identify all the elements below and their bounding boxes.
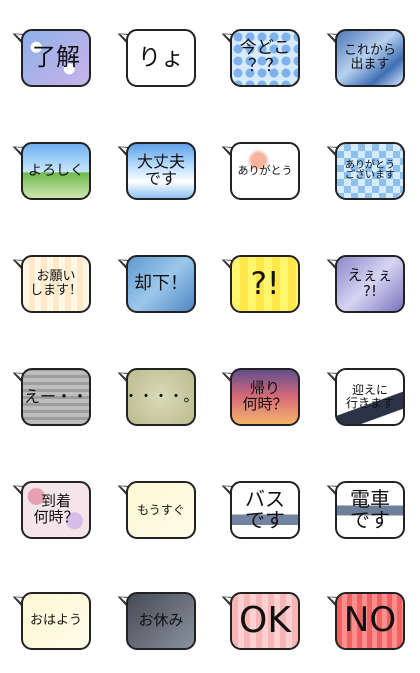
speech-bubble: よろしく (21, 142, 91, 200)
speech-bubble: 大丈夫 です (126, 142, 196, 200)
speech-bubble: お願い します！ (21, 255, 91, 313)
sticker-label: えぇぇ ?! (347, 266, 393, 300)
sticker-label: ありがとう (237, 164, 293, 178)
sticker-item[interactable]: ・・・・。 (115, 367, 196, 426)
speech-bubble: 迎えに 行きます (335, 368, 405, 426)
speech-bubble: 今どこ ？？ (230, 29, 300, 87)
sticker-item[interactable]: NO (324, 591, 405, 650)
sticker-label: えー・・ (23, 386, 88, 406)
sticker-label: バス です (245, 487, 285, 532)
speech-bubble: お休み (126, 592, 196, 650)
sticker-item[interactable]: お休み (115, 591, 196, 650)
sticker-item[interactable]: えー・・ (10, 367, 91, 426)
sticker-item[interactable]: 電車 です (324, 480, 405, 539)
sticker-label: もうすぐ (137, 502, 185, 517)
sticker-label: NO (343, 600, 397, 641)
sticker-label: ありがとう ございます (345, 159, 395, 181)
sticker-label: 帰り 何時？ (242, 379, 288, 413)
sticker-item[interactable]: 却下！ (115, 254, 196, 313)
sticker-item[interactable]: ?! (219, 254, 300, 313)
speech-bubble: ・・・・。 (126, 368, 196, 426)
sticker-item[interactable]: 大丈夫 です (115, 141, 196, 200)
sticker-item[interactable]: おはよう (10, 591, 91, 650)
sticker-item[interactable]: 帰り 何時？ (219, 367, 300, 426)
speech-bubble: ありがとう (230, 142, 300, 200)
sticker-grid: 了解 りょ 今どこ ？？ これから 出ます よろしく 大丈夫 です ありがとう … (0, 0, 420, 673)
sticker-label: これから 出ます (343, 43, 396, 72)
speech-bubble: バス です (230, 481, 300, 539)
speech-bubble: 電車 です (335, 481, 405, 539)
sticker-label: よろしく (28, 162, 84, 179)
sticker-item[interactable]: ありがとう (219, 141, 300, 200)
sticker-label: ・・・・。 (126, 387, 196, 406)
speech-bubble: えぇぇ ?! (335, 255, 405, 313)
sticker-item[interactable]: 了解 (10, 28, 91, 87)
speech-bubble: ありがとう ございます (335, 142, 405, 200)
speech-bubble: OK (230, 592, 300, 650)
sticker-item[interactable]: これから 出ます (324, 28, 405, 87)
sticker-label: 了解 (32, 43, 80, 72)
sticker-label: お休み (138, 611, 184, 630)
sticker-label: おはよう (29, 613, 82, 629)
speech-bubble: りょ (126, 29, 196, 87)
sticker-label: 今どこ ？？ (239, 38, 291, 76)
sticker-label: りょ (138, 44, 184, 71)
speech-bubble: 了解 (21, 29, 91, 87)
sticker-item[interactable]: よろしく (10, 141, 91, 200)
sticker-item[interactable]: 今どこ ？？ (219, 28, 300, 87)
speech-bubble: 到着 何時？ (21, 481, 91, 539)
sticker-label: 電車 です (350, 487, 390, 532)
sticker-label: 到着 何時？ (33, 492, 79, 526)
speech-bubble: もうすぐ (126, 481, 196, 539)
sticker-item[interactable]: 迎えに 行きます (324, 367, 405, 426)
sticker-label: 迎えに 行きます (345, 383, 394, 410)
sticker-item[interactable]: 到着 何時？ (10, 480, 91, 539)
speech-bubble: えー・・ (21, 368, 91, 426)
speech-bubble: NO (335, 592, 405, 650)
sticker-label: ?! (250, 265, 280, 302)
speech-bubble: 却下！ (126, 255, 196, 313)
sticker-item[interactable]: えぇぇ ?! (324, 254, 405, 313)
sticker-item[interactable]: もうすぐ (115, 480, 196, 539)
sticker-label: OK (239, 600, 291, 642)
sticker-item[interactable]: バス です (219, 480, 300, 539)
sticker-item[interactable]: お願い します！ (10, 254, 91, 313)
speech-bubble: おはよう (21, 592, 91, 650)
speech-bubble: これから 出ます (335, 29, 405, 87)
sticker-item[interactable]: OK (219, 591, 300, 650)
speech-bubble: 帰り 何時？ (230, 368, 300, 426)
sticker-item[interactable]: りょ (115, 28, 196, 87)
sticker-label: 却下！ (134, 272, 188, 294)
speech-bubble: ?! (230, 255, 300, 313)
sticker-item[interactable]: ありがとう ございます (324, 141, 405, 200)
sticker-label: お願い します！ (29, 269, 82, 298)
sticker-label: 大丈夫 です (136, 152, 185, 188)
